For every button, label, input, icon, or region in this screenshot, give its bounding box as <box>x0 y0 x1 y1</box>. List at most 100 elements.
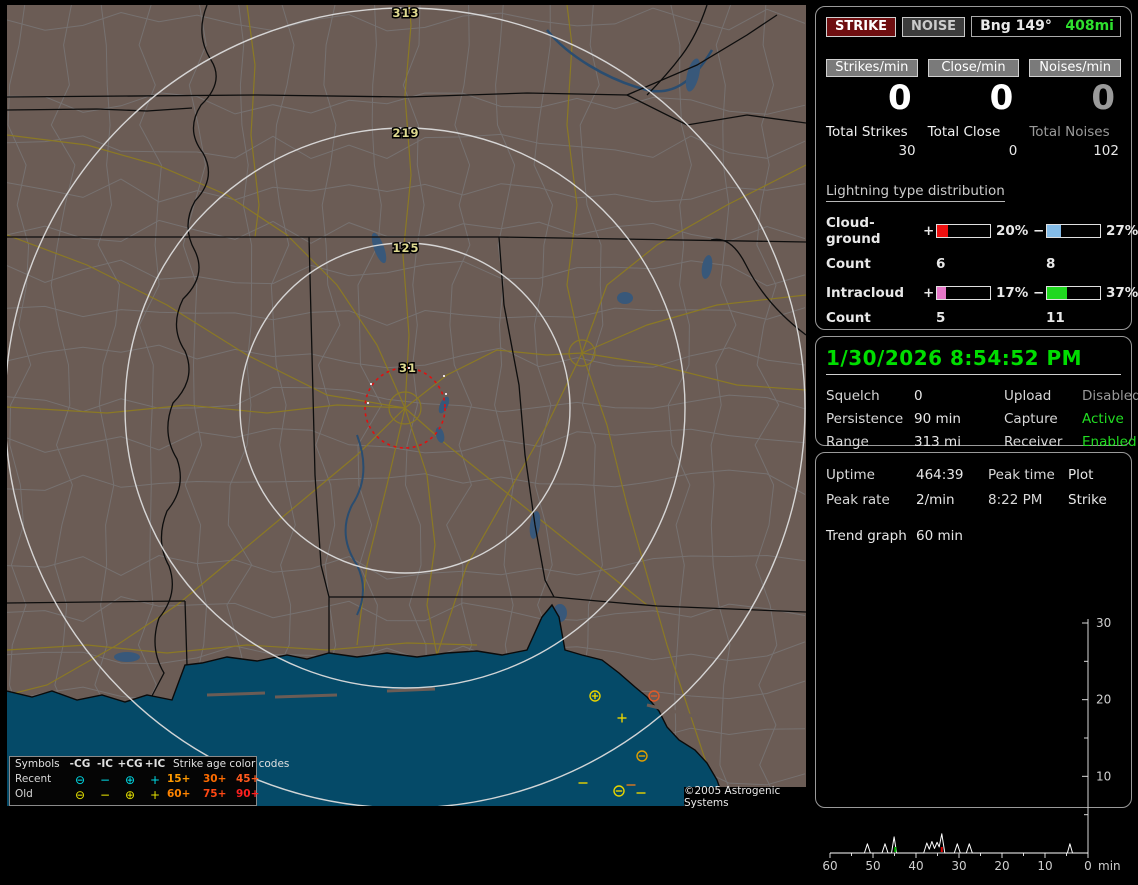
ring-distance-label: 313 <box>392 6 419 20</box>
status-value: 90 min <box>914 411 961 427</box>
bar-fill <box>937 225 948 237</box>
counter-value: 0 <box>989 78 1014 118</box>
status-value: Disabled <box>1082 388 1138 404</box>
status-value: 313 mi <box>914 434 961 450</box>
positive-percent: 17% <box>996 285 1029 301</box>
datetime-divider <box>826 374 1121 375</box>
datetime-display: 1/30/2026 8:54:52 PM <box>826 346 1083 370</box>
negative-count: 11 <box>1046 310 1065 326</box>
distribution-count-row: Count 5 11 <box>826 310 1121 326</box>
count-label: Count <box>826 256 871 272</box>
minus-sign: − <box>1033 285 1045 301</box>
strike-dot <box>445 393 447 395</box>
strike-dot <box>408 367 410 369</box>
bar-fill <box>1047 225 1062 237</box>
counter-label-button[interactable]: Close/min <box>927 59 1020 77</box>
distribution-type-label: Intracloud <box>826 285 905 301</box>
counter-column: Noises/min 0 Total Noises 102 <box>1029 59 1121 159</box>
info-value: 2/min <box>916 492 955 508</box>
distribution-rows: Cloud-ground +20% −27% Count 6 8 Intracloud +17… <box>826 215 1138 326</box>
total-label: Total Strikes <box>826 124 908 140</box>
age-code: 75+ <box>203 788 227 800</box>
plus-sign: + <box>923 285 935 301</box>
counter-column: Close/min 0 Total Close 0 <box>927 59 1020 159</box>
age-code: 60+ <box>167 788 191 800</box>
counter-value: 0 <box>1091 78 1115 118</box>
pos-ic-symbol-icon: + <box>149 787 161 802</box>
x-tick-label: 0 <box>1084 859 1092 873</box>
info-value: Strike <box>1068 492 1107 508</box>
negative-percent-bar <box>1046 224 1101 238</box>
legend-col-neg-cg: -CG <box>69 758 91 770</box>
info-label: Peak rate <box>826 492 890 508</box>
info-label: Peak time <box>988 467 1055 483</box>
age-code: 90+ <box>236 788 260 800</box>
strike-map[interactable]: 313 219 125 31 Symbols -CG -IC +CG +IC Stri… <box>7 5 806 809</box>
strike-dot <box>367 402 369 404</box>
status-label: Range <box>826 434 869 450</box>
status-label: Upload <box>1004 388 1052 404</box>
counter-label-button[interactable]: Noises/min <box>1029 59 1121 77</box>
status-panel: 1/30/2026 8:54:52 PM Squelch 0 Upload Disab… <box>815 336 1138 450</box>
negative-percent: 27% <box>1106 223 1138 239</box>
map-canvas[interactable]: 31321912531 <box>7 5 806 806</box>
x-tick-label: 40 <box>908 859 923 873</box>
noise-button[interactable]: NOISE <box>902 16 966 37</box>
legend-row: Recent ⊖ − ⊕ +15+ 30+ 45+ <box>10 772 259 787</box>
status-value: 0 <box>914 388 923 404</box>
legend-row: Old ⊖ − ⊕ +60+ 75+ 90+ <box>10 787 259 802</box>
x-tick-label: 50 <box>865 859 880 873</box>
negative-count: 8 <box>1046 256 1056 272</box>
distribution-title: Lightning type distribution <box>826 183 1005 202</box>
neg-ic-symbol-icon: − <box>99 787 111 802</box>
legend-symbols-header: Symbols <box>15 758 60 770</box>
trend-line <box>830 833 1088 854</box>
copyright-attribution: ©2005 Astrogenic Systems <box>684 785 806 809</box>
neg-cg-symbol-icon: ⊖ <box>74 787 86 802</box>
map-legend: Symbols -CG -IC +CG +IC Strike age color… <box>9 756 289 806</box>
status-grid: Squelch 0 Upload Disabled Persistence 90 min C… <box>826 388 1138 450</box>
age-code: 45+ <box>236 773 260 785</box>
strike-stats-panel: STRIKE NOISE Bng 149° 408mi Strikes/min 0… <box>815 6 1138 330</box>
counter-label-button[interactable]: Strikes/min <box>826 59 918 77</box>
legend-col-pos-cg: +CG <box>117 758 143 770</box>
legend-col-pos-ic: +IC <box>144 758 166 770</box>
legend-row-label: Recent <box>15 773 52 785</box>
x-axis-unit: min <box>1098 859 1121 873</box>
bearing-readout: Bng 149° 408mi <box>971 16 1121 37</box>
bar-fill <box>1047 287 1067 299</box>
y-tick-label: 20 <box>1096 693 1111 707</box>
counter-value: 0 <box>887 78 912 118</box>
positive-percent-bar <box>936 286 991 300</box>
x-tick-label: 60 <box>822 859 837 873</box>
lake <box>114 652 140 662</box>
legend-row-label: Old <box>15 788 33 800</box>
bearing-distance: 408mi <box>1065 18 1114 34</box>
status-label: Receiver <box>1004 434 1063 450</box>
legend-col-neg-ic: -IC <box>97 758 113 770</box>
neg-ic-symbol-icon: − <box>99 772 111 787</box>
status-label: Capture <box>1004 411 1058 427</box>
x-tick-label: 20 <box>994 859 1009 873</box>
positive-count: 5 <box>936 310 946 326</box>
info-value: 464:39 <box>916 467 964 483</box>
status-value: Enabled <box>1082 434 1137 450</box>
app-window: 313 219 125 31 Symbols -CG -IC +CG +IC Stri… <box>0 0 1138 873</box>
distribution-type-label: Cloud-ground <box>826 215 881 247</box>
x-tick-label: 10 <box>1037 859 1052 873</box>
legend-age-header: Strike age color codes <box>173 758 290 770</box>
status-label: Persistence <box>826 411 904 427</box>
chart-axes <box>829 619 1089 858</box>
bar-fill <box>937 287 946 299</box>
status-label: Squelch <box>826 388 880 404</box>
bearing-label: Bng 149° <box>980 18 1052 34</box>
total-label: Total Noises <box>1029 124 1110 140</box>
age-code: 15+ <box>167 773 191 785</box>
trend-graph: 60 50 40 30 20 10 0 min 10 20 30 <box>822 616 1121 873</box>
counter-column: Strikes/min 0 Total Strikes 30 <box>826 59 918 159</box>
strike-button[interactable]: STRIKE <box>826 16 897 37</box>
strike-dot <box>370 383 372 385</box>
negative-percent: 37% <box>1106 285 1138 301</box>
neg-cg-symbol-icon: ⊖ <box>74 772 86 787</box>
trend-panel: Uptime 464:39 Peak time Plot Peak rate 2/min 8… <box>815 452 1132 873</box>
